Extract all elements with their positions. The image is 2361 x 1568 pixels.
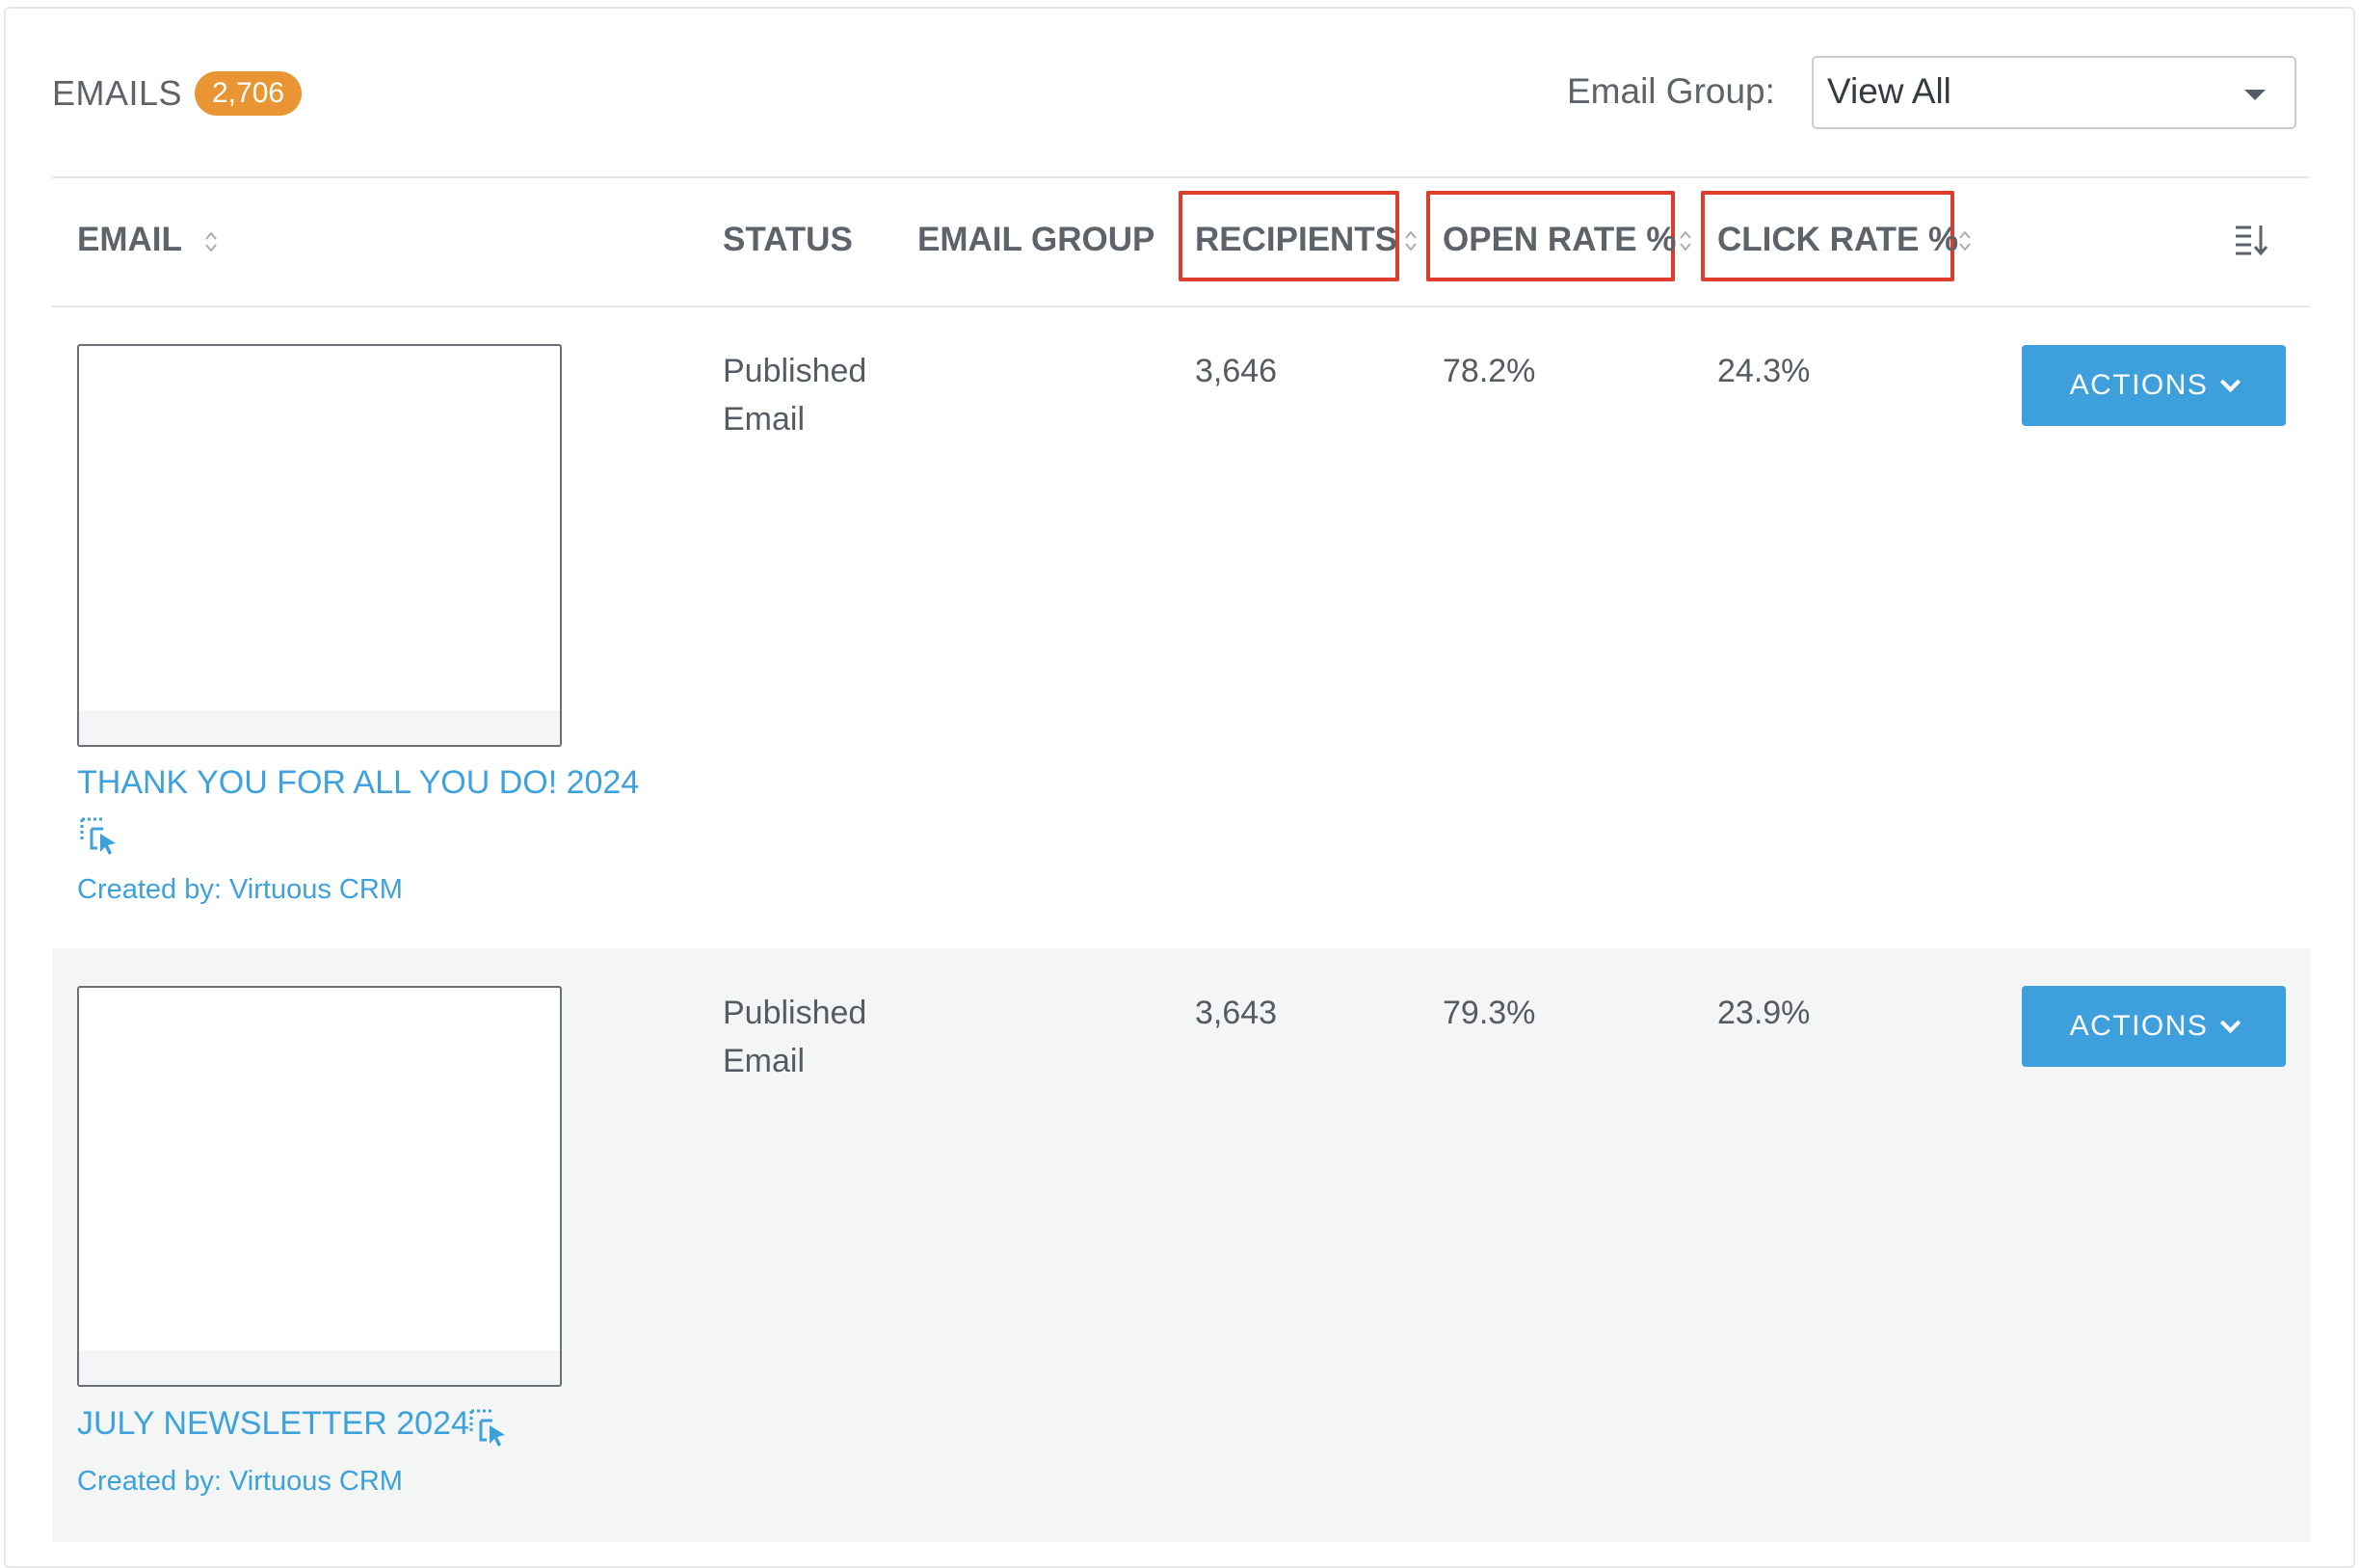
column-header-email-label: EMAIL	[77, 221, 182, 258]
status-line: Published	[723, 353, 867, 389]
status-cell: Published Email	[723, 347, 935, 443]
status-line: Published	[723, 995, 867, 1031]
column-header-click-rate[interactable]: CLICK RATE %	[1717, 221, 1958, 259]
email-title-link[interactable]: JULY NEWSLETTER 2024	[77, 1405, 469, 1443]
actions-button[interactable]: ACTIONS	[2022, 345, 2286, 426]
column-header-email-group: EMAIL GROUP	[917, 221, 1155, 258]
divider	[52, 176, 2310, 178]
sort-arrows-icon[interactable]	[1958, 228, 1972, 253]
thumbnail-footer	[79, 1350, 560, 1385]
recipients-cell: 3,646	[1195, 353, 1278, 389]
column-header-open-rate[interactable]: OPEN RATE %	[1443, 221, 1676, 259]
column-header-recipients[interactable]: RECIPIENTS	[1195, 221, 1397, 259]
column-header-email[interactable]: EMAIL	[77, 221, 218, 259]
sort-arrows-icon[interactable]	[204, 229, 218, 254]
select-cursor-icon[interactable]	[79, 816, 119, 857]
email-thumbnail[interactable]	[77, 344, 562, 747]
email-thumbnail[interactable]	[77, 986, 562, 1387]
sort-arrows-icon[interactable]	[1404, 228, 1418, 253]
open-rate-cell: 79.3%	[1443, 995, 1536, 1031]
click-rate-cell: 23.9%	[1717, 995, 1811, 1031]
created-by: Created by: Virtuous CRM	[77, 874, 403, 905]
count-badge: 2,706	[195, 71, 303, 116]
email-title-link[interactable]: THANK YOU FOR ALL YOU DO! 2024	[77, 764, 639, 802]
created-by: Created by: Virtuous CRM	[77, 1466, 403, 1497]
chevron-down-icon	[2220, 371, 2242, 392]
status-line: Email	[723, 1043, 806, 1079]
open-rate-cell: 78.2%	[1443, 353, 1536, 389]
divider	[52, 306, 2310, 307]
recipients-cell: 3,643	[1195, 995, 1278, 1031]
status-cell: Published Email	[723, 989, 935, 1085]
email-group-select[interactable]: View All	[1812, 56, 2296, 129]
email-group-value: View All	[1827, 71, 1951, 111]
status-line: Email	[723, 401, 806, 438]
actions-button-label: ACTIONS	[2069, 1010, 2209, 1042]
page-title: EMAILS	[52, 73, 183, 113]
actions-button[interactable]: ACTIONS	[2022, 986, 2286, 1067]
caret-down-icon	[2244, 90, 2266, 100]
click-rate-cell: 24.3%	[1717, 353, 1811, 389]
sort-arrows-icon[interactable]	[1679, 228, 1692, 253]
email-group-label: Email Group:	[1567, 71, 1775, 111]
actions-button-label: ACTIONS	[2069, 369, 2209, 401]
thumbnail-footer	[79, 710, 560, 745]
select-cursor-icon[interactable]	[468, 1408, 509, 1448]
column-header-status: STATUS	[723, 221, 853, 258]
chevron-down-icon	[2220, 1012, 2242, 1033]
sort-lines-icon[interactable]	[2234, 222, 2268, 256]
